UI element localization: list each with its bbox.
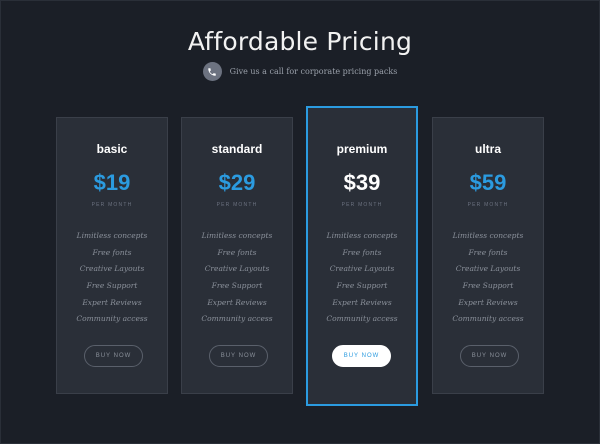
plan-period: PER MONTH [467, 202, 509, 208]
feature-item: Limitless concepts [452, 231, 524, 240]
buy-now-button-standard[interactable]: BUY NOW [209, 345, 268, 367]
plan-price: $59 [469, 170, 507, 195]
feature-item: Expert Reviews [458, 297, 518, 307]
buy-now-button-basic[interactable]: BUY NOW [84, 345, 143, 367]
feature-item: Creative Layouts [79, 264, 145, 274]
subtitle-row: Give us a call for corporate pricing pac… [0, 62, 600, 81]
feature-item: Free fonts [92, 247, 132, 257]
plan-name: standard [211, 142, 263, 156]
plan-period: PER MONTH [341, 202, 383, 208]
buy-now-button-premium[interactable]: BUY NOW [332, 345, 391, 367]
plan-name: basic [96, 142, 128, 156]
feature-list: Limitless concepts Free fonts Creative L… [182, 228, 292, 328]
feature-item: Free fonts [468, 247, 508, 257]
feature-item: Creative Layouts [204, 264, 270, 274]
plan-price: $39 [343, 170, 381, 195]
feature-item: Creative Layouts [329, 264, 395, 274]
feature-item: Community access [76, 314, 148, 324]
feature-item: Expert Reviews [332, 297, 392, 307]
feature-item: Limitless concepts [201, 231, 273, 240]
feature-item: Free Support [86, 281, 138, 291]
feature-item: Community access [201, 314, 273, 324]
feature-item: Free fonts [342, 247, 382, 257]
feature-item: Creative Layouts [455, 264, 521, 274]
feature-item: Limitless concepts [76, 231, 148, 240]
feature-item: Community access [452, 314, 524, 324]
plan-card-ultra: ultra $59 PER MONTH Limitless concepts F… [432, 117, 544, 394]
feature-item: Community access [326, 314, 398, 324]
feature-item: Expert Reviews [207, 297, 267, 307]
feature-item: Free Support [211, 281, 263, 291]
subtitle-text: Give us a call for corporate pricing pac… [229, 67, 398, 76]
phone-icon[interactable] [202, 62, 222, 81]
plan-card-premium: premium $39 PER MONTH Limitless concepts… [306, 106, 418, 406]
feature-item: Free fonts [217, 247, 257, 257]
plan-period: PER MONTH [216, 202, 258, 208]
plan-price: $19 [93, 170, 131, 195]
plan-name: ultra [474, 142, 501, 156]
phone-icon-glyph [208, 67, 216, 76]
plan-price: $29 [218, 170, 256, 195]
plan-card-standard: standard $29 PER MONTH Limitless concept… [181, 117, 293, 394]
page-title: Affordable Pricing [187, 27, 413, 56]
plan-name: premium [336, 142, 388, 156]
feature-item: Free Support [336, 281, 388, 291]
feature-list: Limitless concepts Free fonts Creative L… [433, 228, 543, 328]
feature-item: Expert Reviews [82, 297, 142, 307]
feature-list: Limitless concepts Free fonts Creative L… [308, 228, 416, 328]
feature-item: Limitless concepts [326, 231, 398, 240]
feature-list: Limitless concepts Free fonts Creative L… [57, 228, 167, 328]
plan-period: PER MONTH [91, 202, 133, 208]
buy-now-button-ultra[interactable]: BUY NOW [460, 345, 519, 367]
plan-card-basic: basic $19 PER MONTH Limitless concepts F… [56, 117, 168, 394]
feature-item: Free Support [462, 281, 514, 291]
